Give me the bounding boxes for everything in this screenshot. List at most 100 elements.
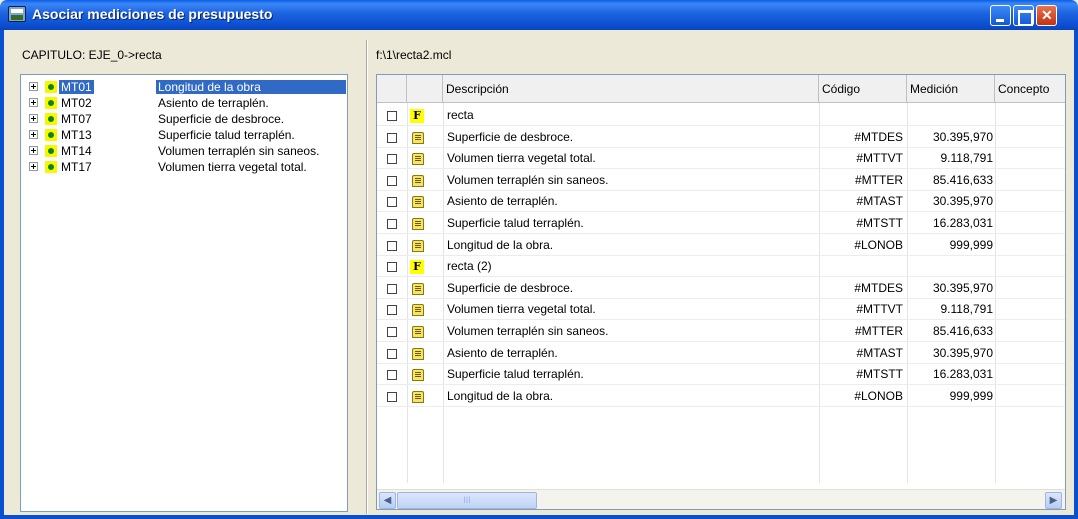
tree-item-description: Superficie de desbroce. <box>158 112 285 126</box>
row-medicion: 9.118,791 <box>940 151 994 166</box>
table-row[interactable]: Superficie de desbroce. #MTDES 30.395,970 <box>377 127 1065 148</box>
tree-item[interactable]: MT02 Asiento de terraplén. <box>21 95 347 111</box>
row-checkbox[interactable] <box>387 327 397 337</box>
tree-item-description: Volumen terraplén sin saneos. <box>158 144 320 158</box>
tree-item-code: MT14 <box>61 144 92 158</box>
clipboard-icon <box>412 282 424 295</box>
plus-box-icon[interactable] <box>29 82 38 91</box>
header-icon-col[interactable] <box>407 75 443 103</box>
row-checkbox[interactable] <box>387 262 397 273</box>
plus-box-icon[interactable] <box>29 162 38 171</box>
row-medicion: 16.283,031 <box>932 367 993 382</box>
green-dot-icon <box>45 81 57 93</box>
window-title: Asociar mediciones de presupuesto <box>32 6 273 22</box>
title-bar[interactable]: Asociar mediciones de presupuesto <box>0 0 1078 30</box>
plus-box-icon[interactable] <box>29 130 38 139</box>
row-code: #LONOB <box>854 237 903 252</box>
row-medicion: 30.395,970 <box>932 194 993 209</box>
green-dot-icon <box>45 113 57 125</box>
table-row[interactable]: Longitud de la obra. #LONOB 999,999 <box>377 386 1065 407</box>
arrow-right-icon: ▶ <box>1049 495 1058 506</box>
tree-item[interactable]: MT01 Longitud de la obra <box>21 79 347 95</box>
scroll-thumb[interactable]: III <box>397 492 537 509</box>
tree-item[interactable]: MT14 Volumen terraplén sin saneos. <box>21 143 347 159</box>
table-row[interactable]: Frecta <box>377 105 1065 126</box>
table-row[interactable]: Longitud de la obra. #LONOB 999,999 <box>377 235 1065 256</box>
app-icon[interactable] <box>8 6 26 22</box>
row-code: #MTTER <box>855 172 903 187</box>
scroll-right-button[interactable]: ▶ <box>1045 492 1062 509</box>
row-code: #MTSTT <box>856 367 903 382</box>
clipboard-icon <box>412 196 424 209</box>
grid-header: Descripción Código Medición Concepto <box>377 75 1065 103</box>
row-code: #MTTVT <box>856 302 903 317</box>
header-checkbox-col[interactable] <box>377 75 407 103</box>
tree-item-description: Longitud de la obra <box>156 80 346 94</box>
row-checkbox[interactable] <box>387 197 397 208</box>
row-description: Asiento de terraplén. <box>447 194 558 209</box>
row-checkbox[interactable] <box>387 348 397 359</box>
plus-box-icon[interactable] <box>29 98 38 107</box>
tree-item-code: MT13 <box>61 128 92 142</box>
header-concepto[interactable]: Concepto <box>995 75 1065 103</box>
clipboard-icon <box>412 153 424 166</box>
plus-box-icon[interactable] <box>29 114 38 123</box>
horizontal-scrollbar[interactable]: ◀ III ▶ <box>377 489 1065 509</box>
header-descripcion[interactable]: Descripción <box>443 75 819 103</box>
table-row[interactable]: Volumen terraplén sin saneos. #MTTER 85.41… <box>377 321 1065 342</box>
tree-item[interactable]: MT13 Superficie talud terraplén. <box>21 127 347 143</box>
scroll-left-button[interactable]: ◀ <box>379 492 396 509</box>
row-checkbox[interactable] <box>387 219 397 229</box>
row-checkbox[interactable] <box>387 283 397 294</box>
row-code: #LONOB <box>854 388 903 403</box>
table-row[interactable]: Superficie talud terraplén. #MTSTT 16.283,… <box>377 213 1065 234</box>
tree-item-code: MT02 <box>61 96 92 110</box>
table-row[interactable]: Asiento de terraplén. #MTAST 30.395,970 <box>377 191 1065 213</box>
row-code: #MTDES <box>854 280 903 295</box>
maximize-button[interactable] <box>1013 5 1034 26</box>
f-folder-icon: F <box>410 260 424 275</box>
table-row[interactable]: Superficie talud terraplén. #MTSTT 16.283,… <box>377 364 1065 386</box>
tree-item[interactable]: MT17 Volumen tierra vegetal total. <box>21 159 347 175</box>
row-description: Volumen tierra vegetal total. <box>447 302 596 317</box>
row-code: #MTAST <box>856 345 903 360</box>
table-row[interactable]: Frecta (2) <box>377 256 1065 278</box>
tree-item-description: Volumen tierra vegetal total. <box>158 160 307 174</box>
row-checkbox[interactable] <box>387 240 397 251</box>
row-checkbox[interactable] <box>387 391 397 402</box>
tree-item-description: Superficie talud terraplén. <box>158 128 295 142</box>
row-code: #MTSTT <box>856 216 903 230</box>
row-checkbox[interactable] <box>387 370 397 381</box>
green-dot-icon <box>45 161 57 173</box>
row-checkbox[interactable] <box>387 111 397 121</box>
arrow-left-icon: ◀ <box>383 495 392 506</box>
minimize-button[interactable] <box>990 5 1011 26</box>
plus-box-icon[interactable] <box>29 146 38 155</box>
close-button[interactable] <box>1036 5 1057 26</box>
table-row[interactable]: Volumen tierra vegetal total. #MTTVT 9.118… <box>377 148 1065 170</box>
row-code: #MTDES <box>854 129 903 144</box>
row-description: Longitud de la obra. <box>447 237 554 252</box>
header-codigo[interactable]: Código <box>819 75 907 103</box>
tree-item-code: MT01 <box>59 80 94 94</box>
measurements-tree[interactable]: MT01 Longitud de la obra MT02 Asiento de te… <box>20 74 348 512</box>
header-medicion[interactable]: Medición <box>907 75 995 103</box>
row-checkbox[interactable] <box>387 175 397 186</box>
row-medicion: 85.416,633 <box>932 324 993 338</box>
table-row[interactable]: Superficie de desbroce. #MTDES 30.395,970 <box>377 278 1065 299</box>
panel-splitter[interactable] <box>366 40 368 514</box>
row-checkbox[interactable] <box>387 305 397 316</box>
clipboard-icon <box>412 347 424 360</box>
clipboard-icon <box>412 304 424 317</box>
row-description: Volumen terraplén sin saneos. <box>447 324 609 338</box>
row-description: recta <box>447 108 474 122</box>
row-checkbox[interactable] <box>387 154 397 165</box>
row-description: Superficie talud terraplén. <box>447 367 584 382</box>
table-row[interactable]: Volumen tierra vegetal total. #MTTVT 9.118… <box>377 299 1065 321</box>
row-checkbox[interactable] <box>387 132 397 143</box>
tree-item[interactable]: MT07 Superficie de desbroce. <box>21 111 347 127</box>
measurements-grid[interactable]: Descripción Código Medición Concepto Fre… <box>376 74 1066 510</box>
table-row[interactable]: Volumen terraplén sin saneos. #MTTER 85.41… <box>377 170 1065 191</box>
row-code: #MTTER <box>855 324 903 338</box>
table-row[interactable]: Asiento de terraplén. #MTAST 30.395,970 <box>377 343 1065 364</box>
